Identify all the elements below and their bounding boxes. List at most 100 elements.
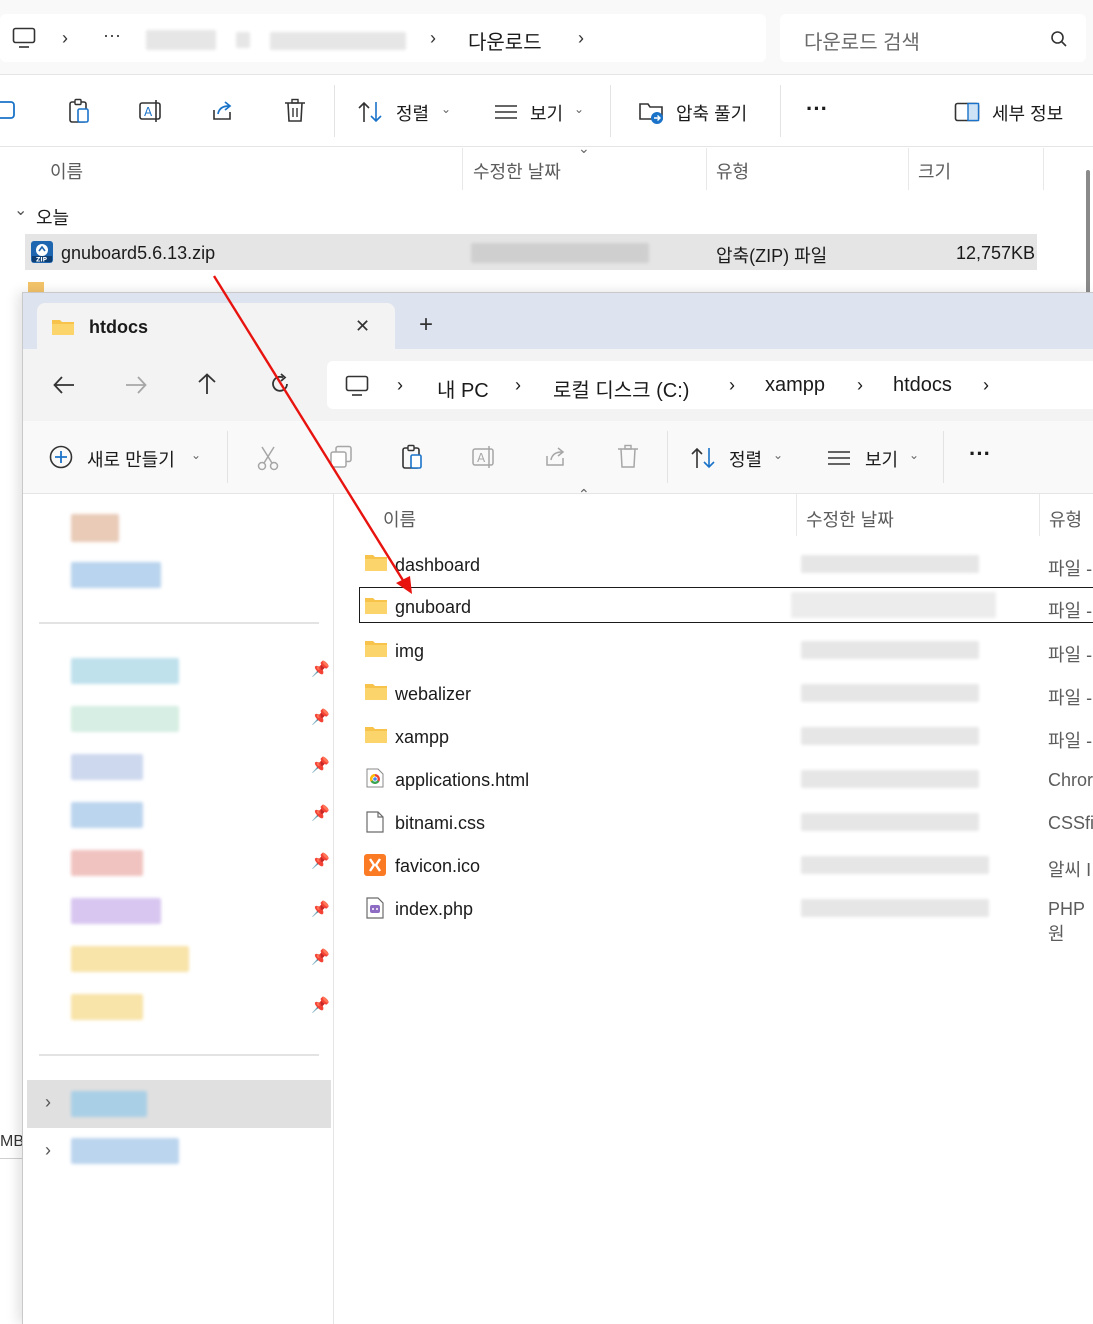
- new-tab-button[interactable]: +: [419, 311, 433, 339]
- redacted-quick-access-item[interactable]: [71, 658, 179, 684]
- view-button[interactable]: 보기 ⌄: [827, 443, 927, 473]
- this-pc-icon[interactable]: [345, 375, 369, 397]
- file-row[interactable]: index.php PHP 원: [359, 888, 1093, 944]
- chevron-right-icon[interactable]: ›: [578, 28, 584, 49]
- redacted-quick-access-item[interactable]: [71, 754, 143, 780]
- pin-icon[interactable]: 📌: [311, 996, 330, 1014]
- view-label: 보기: [865, 450, 899, 470]
- column-modified[interactable]: 수정한 날짜: [806, 506, 894, 532]
- column-modified[interactable]: 수정한 날짜: [473, 158, 561, 184]
- pin-icon[interactable]: 📌: [311, 756, 330, 774]
- details-pane-icon: [954, 102, 980, 122]
- column-type[interactable]: 유형: [716, 158, 749, 184]
- pin-icon[interactable]: 📌: [311, 660, 330, 678]
- file-list-pane: ⌃ 이름 수정한 날짜 유형 dashboard 파일 - gnuboard 파…: [334, 486, 1093, 1324]
- rename-icon[interactable]: A: [471, 444, 497, 470]
- chevron-right-icon: ›: [397, 375, 403, 395]
- up-arrow-icon[interactable]: [197, 373, 217, 395]
- forward-arrow-icon[interactable]: [125, 375, 147, 395]
- pin-icon[interactable]: 📌: [311, 948, 330, 966]
- column-type[interactable]: 유형: [1049, 506, 1082, 532]
- breadcrumb-current[interactable]: 다운로드: [468, 26, 542, 55]
- sidebar-divider: [39, 1054, 319, 1056]
- downloads-search-box[interactable]: 다운로드 검색: [780, 14, 1086, 62]
- pin-icon[interactable]: 📌: [311, 852, 330, 870]
- redacted-breadcrumb: [270, 32, 406, 50]
- sidebar-item-selected[interactable]: ›: [27, 1080, 331, 1128]
- redacted-quick-access-item[interactable]: [71, 850, 143, 876]
- redacted-quick-access-item[interactable]: [71, 706, 179, 732]
- column-name[interactable]: 이름: [50, 158, 83, 184]
- paste-icon[interactable]: [400, 444, 424, 470]
- sort-button[interactable]: 정렬 ⌄: [358, 98, 458, 126]
- share-icon[interactable]: [543, 444, 569, 470]
- search-input[interactable]: 다운로드 검색: [804, 26, 920, 55]
- path-segment-local-disk[interactable]: 로컬 디스크 (C:): [553, 374, 689, 403]
- path-segment-xampp[interactable]: xampp: [765, 374, 825, 397]
- refresh-icon[interactable]: [269, 373, 291, 395]
- cut-icon[interactable]: [257, 445, 279, 471]
- file-row[interactable]: dashboard 파일 -: [359, 544, 1093, 582]
- view-button[interactable]: 보기 ⌄: [494, 98, 594, 126]
- file-row[interactable]: bitnami.css CSSfil: [359, 802, 1093, 840]
- file-row[interactable]: favicon.ico 알씨 I: [359, 845, 1093, 883]
- htdocs-toolbar: 새로 만들기 ⌄ A 정렬 ⌄ 보기 ⌄ ···: [23, 421, 1093, 494]
- file-row-drop-target[interactable]: gnuboard 파일 -: [359, 587, 1093, 623]
- close-tab-icon[interactable]: ✕: [355, 316, 370, 337]
- path-segment-htdocs[interactable]: htdocs: [893, 374, 952, 397]
- file-row[interactable]: img 파일 -: [359, 630, 1093, 668]
- pin-icon[interactable]: 📌: [311, 804, 330, 822]
- breadcrumb-ellipsis[interactable]: ···: [103, 25, 121, 46]
- new-button[interactable]: 새로 만들기 ⌄: [49, 443, 209, 473]
- redacted-quick-access-item[interactable]: [71, 994, 143, 1020]
- delete-icon[interactable]: [617, 444, 639, 470]
- view-label: 보기: [530, 104, 564, 124]
- new-label: 새로 만들기: [87, 450, 175, 470]
- this-pc-icon[interactable]: [12, 27, 36, 49]
- delete-icon[interactable]: [284, 98, 306, 124]
- file-row[interactable]: xampp 파일 -: [359, 716, 1093, 754]
- toolbar-divider: [780, 85, 781, 137]
- column-size[interactable]: 크기: [918, 158, 951, 184]
- pin-icon[interactable]: 📌: [311, 900, 330, 918]
- folder-icon: [365, 641, 387, 657]
- group-header-today[interactable]: ⌄ 오늘: [14, 202, 114, 228]
- sort-label: 정렬: [396, 104, 430, 124]
- redacted-quick-access-item[interactable]: [71, 946, 189, 972]
- sort-button[interactable]: 정렬 ⌄: [691, 443, 791, 473]
- htdocs-address-bar[interactable]: › 내 PC › 로컬 디스크 (C:) › xampp › htdocs ›: [327, 361, 1093, 409]
- redacted-quick-access-item[interactable]: [71, 802, 143, 828]
- chevron-right-icon[interactable]: ›: [45, 1092, 51, 1113]
- redacted-sidebar-item[interactable]: [71, 514, 119, 542]
- search-icon[interactable]: [1050, 30, 1068, 48]
- chevron-right-icon[interactable]: ›: [983, 375, 989, 396]
- share-icon[interactable]: [210, 98, 236, 124]
- column-divider: [706, 148, 707, 190]
- pin-icon[interactable]: 📌: [311, 708, 330, 726]
- file-row[interactable]: applications.html Chror: [359, 759, 1093, 797]
- file-row[interactable]: webalizer 파일 -: [359, 673, 1093, 711]
- copy-icon[interactable]: [0, 99, 18, 121]
- paste-icon[interactable]: [67, 98, 91, 124]
- scrollbar-thumb[interactable]: [1086, 170, 1090, 300]
- toolbar-divider: [943, 431, 944, 483]
- redacted-quick-access-item[interactable]: [71, 898, 161, 924]
- details-pane-button[interactable]: 세부 정보: [954, 98, 1074, 126]
- see-more-button[interactable]: ···: [806, 96, 828, 122]
- redacted-sidebar-item[interactable]: [71, 1138, 179, 1164]
- tab-htdocs[interactable]: htdocs ✕: [37, 303, 395, 349]
- partial-row-icon: [28, 282, 44, 292]
- rename-icon[interactable]: A: [138, 98, 164, 124]
- chevron-right-icon: ›: [515, 375, 521, 395]
- column-name[interactable]: 이름: [383, 506, 416, 532]
- file-name: gnuboard: [395, 597, 472, 617]
- redacted-sidebar-item[interactable]: [71, 562, 161, 588]
- file-row-selected[interactable]: ZIP gnuboard5.6.13.zip 압축(ZIP) 파일 12,757…: [25, 234, 1037, 270]
- see-more-button[interactable]: ···: [969, 441, 991, 467]
- back-arrow-icon[interactable]: [53, 375, 75, 395]
- path-segment-my-pc[interactable]: 내 PC: [437, 374, 489, 403]
- redacted-date: [801, 641, 979, 659]
- chevron-right-icon[interactable]: ›: [45, 1140, 51, 1161]
- extract-all-button[interactable]: 압축 풀기: [638, 98, 768, 126]
- copy-icon[interactable]: [329, 445, 353, 469]
